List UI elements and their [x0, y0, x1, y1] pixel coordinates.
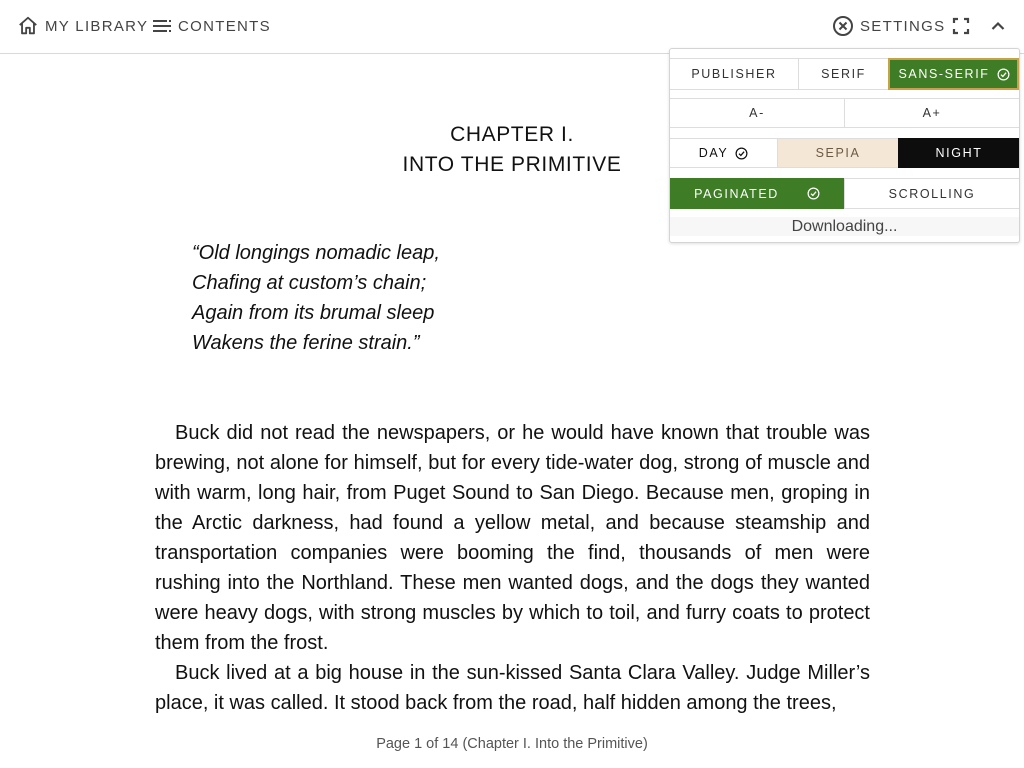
collapse-button[interactable]: [987, 14, 1009, 38]
contents-button[interactable]: CONTENTS: [152, 14, 271, 38]
paragraph: Buck did not read the newspapers, or he …: [155, 422, 870, 654]
font-selector: PUBLISHER SERIF SANS-SERIF: [670, 58, 1019, 90]
settings-panel: PUBLISHER SERIF SANS-SERIF A- A+ DAY SEP…: [669, 48, 1020, 243]
mode-option-label: SCROLLING: [888, 186, 976, 201]
theme-night-button[interactable]: NIGHT: [898, 138, 1019, 168]
check-circle-icon: [807, 187, 820, 200]
page-status: Page 1 of 14 (Chapter I. Into the Primit…: [376, 736, 648, 752]
settings-button[interactable]: SETTINGS: [832, 14, 945, 38]
settings-label: SETTINGS: [860, 17, 946, 35]
epigraph-line: “Old longings nomadic leap,: [192, 242, 440, 264]
epigraph-line: Again from its brumal sleep: [192, 302, 435, 324]
top-bar: MY LIBRARY CONTENTS SETTINGS: [0, 0, 1024, 54]
decrease-font-size-button[interactable]: A-: [670, 98, 844, 128]
theme-option-label: SEPIA: [815, 146, 861, 160]
chapter-number: CHAPTER I.: [450, 123, 574, 146]
theme-selector: DAY SEPIA NIGHT: [670, 138, 1019, 168]
mode-option-label: PAGINATED: [694, 186, 779, 201]
font-size-controls: A- A+: [670, 98, 1019, 128]
close-circle-icon: [832, 15, 854, 37]
font-option-label: PUBLISHER: [691, 67, 777, 81]
font-option-label: SANS-SERIF: [898, 67, 990, 81]
theme-option-label: NIGHT: [935, 146, 983, 160]
download-status: Downloading...: [670, 217, 1019, 236]
epigraph-line: Wakens the ferine strain.”: [192, 332, 420, 354]
contents-label: CONTENTS: [178, 17, 271, 35]
epigraph-line: Chafing at custom’s chain;: [192, 272, 427, 294]
chapter-title: INTO THE PRIMITIVE: [402, 153, 622, 176]
fullscreen-button[interactable]: [950, 14, 972, 38]
my-library-button[interactable]: MY LIBRARY: [17, 14, 148, 38]
chevron-up-icon: [990, 18, 1006, 34]
epigraph: “Old longings nomadic leap, Chafing at c…: [192, 238, 652, 358]
theme-day-button[interactable]: DAY: [670, 138, 777, 168]
increase-font-size-label: A+: [922, 106, 942, 120]
paragraph: Buck lived at a big house in the sun-kis…: [155, 662, 870, 714]
theme-sepia-button[interactable]: SEPIA: [777, 138, 898, 168]
check-circle-icon: [997, 68, 1010, 81]
font-serif-button[interactable]: SERIF: [798, 58, 888, 90]
home-icon: [17, 15, 39, 37]
increase-font-size-button[interactable]: A+: [844, 98, 1019, 128]
list-icon: [152, 16, 172, 36]
theme-option-label: DAY: [698, 146, 729, 160]
reading-mode-selector: PAGINATED SCROLLING: [670, 178, 1019, 209]
decrease-font-size-label: A-: [749, 106, 765, 120]
my-library-label: MY LIBRARY: [45, 17, 149, 35]
paginated-mode-button[interactable]: PAGINATED: [670, 178, 844, 209]
font-sans-serif-button[interactable]: SANS-SERIF: [888, 58, 1019, 90]
font-option-label: SERIF: [821, 67, 866, 81]
scrolling-mode-button[interactable]: SCROLLING: [844, 178, 1019, 209]
chapter-body: Buck did not read the newspapers, or he …: [155, 418, 870, 718]
chapter-heading: CHAPTER I. INTO THE PRIMITIVE: [355, 120, 669, 180]
font-publisher-button[interactable]: PUBLISHER: [670, 58, 798, 90]
check-circle-icon: [735, 147, 748, 160]
fullscreen-icon: [952, 17, 970, 35]
